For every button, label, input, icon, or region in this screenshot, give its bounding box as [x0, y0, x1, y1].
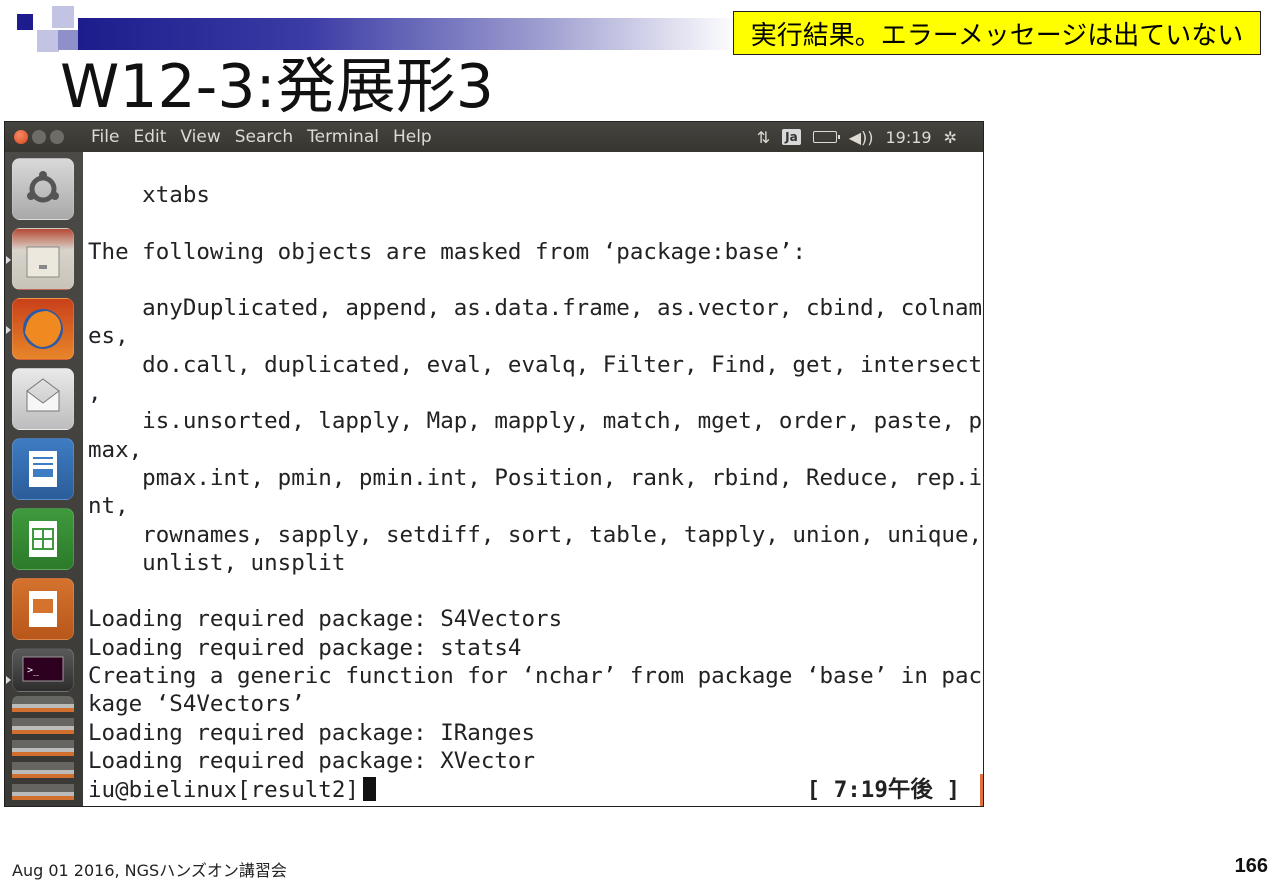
envelope-icon	[26, 378, 60, 412]
gear-icon[interactable]: ✲	[944, 128, 957, 147]
terminal-line: xtabs	[88, 182, 210, 208]
terminal-line: Loading required package: IRanges	[88, 719, 536, 746]
menu-help[interactable]: Help	[393, 127, 432, 147]
terminal-line: Loading required package: S4Vectors	[88, 606, 563, 633]
presentation-icon	[29, 591, 57, 627]
terminal-line: max,	[88, 436, 143, 463]
terminal-line: Loading required package: stats4	[88, 634, 522, 661]
clock[interactable]: 19:19	[885, 128, 931, 147]
indicator-area: ⇅ Ja ◀)) 19:19 ✲	[745, 122, 957, 152]
launcher-terminal[interactable]: >_	[12, 648, 74, 692]
launcher-firefox[interactable]	[12, 298, 74, 360]
launcher-writer[interactable]	[12, 438, 74, 500]
terminal-line: ,	[88, 380, 102, 407]
launcher-dash-home[interactable]	[12, 158, 74, 220]
text-cursor	[362, 777, 376, 801]
note-callout: 実行結果。エラーメッセージは出ていない	[733, 11, 1261, 55]
running-indicator	[6, 676, 11, 684]
prompt-line[interactable]: iu@bielinux[result2] [ 7:19午後 ]	[88, 776, 978, 804]
close-window-button[interactable]	[14, 130, 28, 144]
slide-footer: Aug 01 2016, NGSハンズオン講習会	[12, 861, 287, 880]
ubuntu-logo-icon	[27, 171, 59, 203]
terminal-line: unlist, unsplit	[88, 549, 346, 576]
launcher-calc[interactable]	[12, 508, 74, 570]
minimize-window-button[interactable]	[32, 130, 46, 144]
document-icon	[29, 451, 57, 487]
title-bar-decoration	[78, 18, 738, 50]
spreadsheet-icon	[29, 521, 57, 557]
decor-square-light	[58, 30, 78, 50]
terminal-line: do.call, duplicated, eval, evalq, Filter…	[88, 351, 983, 378]
battery-icon[interactable]	[812, 131, 840, 143]
firefox-icon	[23, 309, 63, 349]
terminal-line: The following objects are masked from ‘p…	[88, 238, 806, 265]
decor-square-light	[52, 6, 74, 28]
running-indicator	[6, 326, 11, 334]
decor-square-dark	[17, 14, 33, 30]
input-method-indicator[interactable]: Ja	[782, 129, 801, 145]
terminal-line: rownames, sapply, setdiff, sort, table, …	[88, 521, 983, 548]
page-number: 166	[1234, 855, 1268, 877]
terminal-lines: xtabs The following objects are masked fr…	[88, 181, 982, 775]
menu-edit[interactable]: Edit	[133, 127, 166, 147]
volume-icon[interactable]: ◀))	[849, 128, 874, 147]
terminal-line: es,	[88, 323, 129, 350]
network-transfer-icon[interactable]: ⇅	[757, 128, 770, 147]
decor-square-light	[37, 30, 59, 52]
menu-bar: File Edit View Search Terminal Help	[91, 122, 446, 152]
terminal-icon: >_	[22, 656, 64, 682]
launcher-sidebar: >_	[5, 152, 83, 806]
scroll-indicator[interactable]	[980, 774, 983, 806]
launcher-impress[interactable]	[12, 578, 74, 640]
shell-prompt: iu@bielinux[result2]	[88, 777, 359, 803]
ubuntu-desktop-window: File Edit View Search Terminal Help ⇅ Ja…	[4, 121, 984, 807]
terminal-line: anyDuplicated, append, as.data.frame, as…	[88, 295, 983, 322]
top-panel: File Edit View Search Terminal Help ⇅ Ja…	[5, 122, 983, 152]
menu-search[interactable]: Search	[235, 127, 293, 147]
running-indicator	[6, 256, 11, 264]
launcher-mail[interactable]	[12, 368, 74, 430]
menu-file[interactable]: File	[91, 127, 119, 147]
terminal-line: nt,	[88, 493, 129, 520]
terminal-output[interactable]: xtabs The following objects are masked fr…	[83, 152, 983, 806]
prompt-time: [ 7:19午後 ]	[806, 777, 960, 803]
menu-view[interactable]: View	[180, 127, 220, 147]
terminal-line: kage ‘S4Vectors’	[88, 691, 305, 718]
menu-terminal[interactable]: Terminal	[307, 127, 379, 147]
launcher-stacked-icons[interactable]	[12, 696, 74, 806]
terminal-line: is.unsorted, lapply, Map, mapply, match,…	[88, 408, 983, 435]
terminal-line: Creating a generic function for ‘nchar’ …	[88, 663, 983, 690]
terminal-line: pmax.int, pmin, pmin.int, Position, rank…	[88, 464, 983, 491]
launcher-files[interactable]	[12, 228, 74, 290]
maximize-window-button[interactable]	[50, 130, 64, 144]
svg-text:>_: >_	[27, 665, 40, 676]
terminal-line: Loading required package: XVector	[88, 747, 536, 774]
slide-title: W12-3:発展形3	[60, 52, 494, 122]
file-cabinet-icon	[26, 246, 60, 278]
